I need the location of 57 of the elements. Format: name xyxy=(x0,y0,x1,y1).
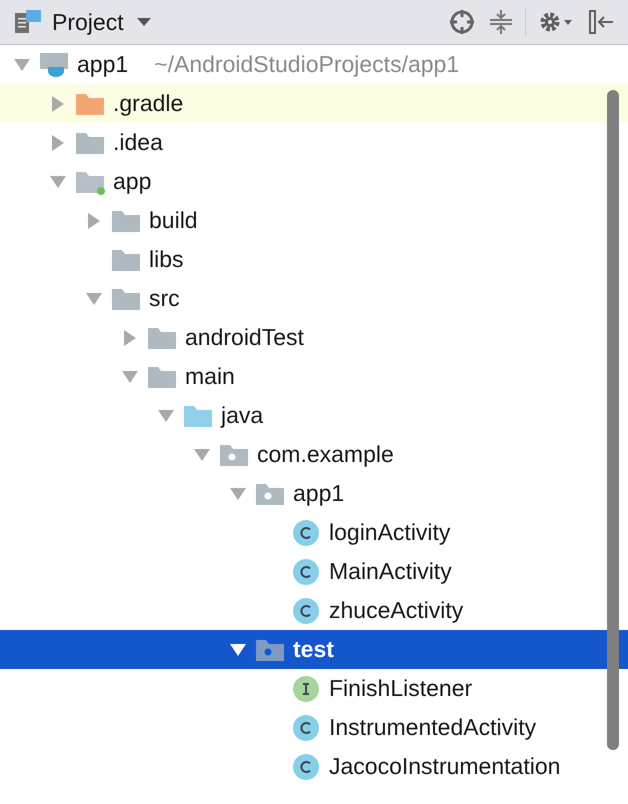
expand-arrow-icon[interactable] xyxy=(87,212,101,230)
project-icon xyxy=(40,50,70,78)
interface-icon xyxy=(292,674,320,702)
tree-row[interactable]: src xyxy=(0,279,628,318)
node-label: MainActivity xyxy=(329,558,452,585)
tree-row[interactable]: libs xyxy=(0,240,628,279)
class-icon xyxy=(292,714,320,742)
class-icon xyxy=(292,596,320,624)
panel-title: Project xyxy=(52,8,124,36)
node-label: androidTest xyxy=(185,324,304,351)
tree-row[interactable]: JacocoInstrumentation xyxy=(0,747,628,786)
collapse-all-button[interactable] xyxy=(487,7,515,37)
tree-row[interactable]: main xyxy=(0,357,628,396)
tree-row[interactable]: .gradle xyxy=(0,84,628,123)
collapse-arrow-icon[interactable] xyxy=(229,642,247,656)
tree-row[interactable]: .idea xyxy=(0,123,628,162)
node-label: java xyxy=(221,402,264,429)
class-icon xyxy=(292,752,320,780)
hide-panel-button[interactable] xyxy=(586,7,616,37)
node-label: libs xyxy=(149,246,184,273)
node-label: loginActivity xyxy=(329,519,450,546)
expand-arrow-icon[interactable] xyxy=(123,328,137,346)
node-label: .idea xyxy=(113,129,163,156)
node-label: .gradle xyxy=(113,90,184,117)
node-label: app xyxy=(113,168,152,195)
tree-row[interactable]: java xyxy=(0,396,628,435)
node-label: src xyxy=(149,285,180,312)
tree-row[interactable]: com.example xyxy=(0,435,628,474)
tree-row[interactable]: zhuceActivity xyxy=(0,591,628,630)
node-label: FinishListener xyxy=(329,675,472,702)
tree-row[interactable]: androidTest xyxy=(0,318,628,357)
class-icon xyxy=(292,558,320,586)
tree-row[interactable]: app xyxy=(0,162,628,201)
tree-row[interactable]: test xyxy=(0,630,628,669)
node-label: build xyxy=(149,207,198,234)
node-label: com.example xyxy=(257,441,394,468)
tree-row[interactable]: FinishListener xyxy=(0,669,628,708)
project-view-icon xyxy=(14,9,42,35)
node-label: app1 xyxy=(293,480,344,507)
node-label: app1 xyxy=(77,51,128,78)
project-path: ~/AndroidStudioProjects/app1 xyxy=(154,51,460,78)
node-label: zhuceActivity xyxy=(329,597,464,624)
tree-row[interactable]: app1 ~/AndroidStudioProjects/app1 xyxy=(0,45,628,84)
node-label: InstrumentedActivity xyxy=(329,714,536,741)
class-icon xyxy=(292,518,320,546)
node-label: JacocoInstrumentation xyxy=(329,753,560,780)
locate-button[interactable] xyxy=(447,7,477,37)
tree-row[interactable]: build xyxy=(0,201,628,240)
expand-arrow-icon[interactable] xyxy=(51,94,65,112)
node-label: test xyxy=(293,636,334,663)
tree-row[interactable]: MainActivity xyxy=(0,552,628,591)
expand-arrow-icon[interactable] xyxy=(51,134,65,152)
node-label: main xyxy=(185,363,235,390)
scrollbar-thumb[interactable] xyxy=(607,90,619,750)
tree-row[interactable]: InstrumentedActivity xyxy=(0,708,628,747)
tree-row[interactable]: loginActivity xyxy=(0,513,628,552)
tree-row[interactable]: app1 xyxy=(0,474,628,513)
